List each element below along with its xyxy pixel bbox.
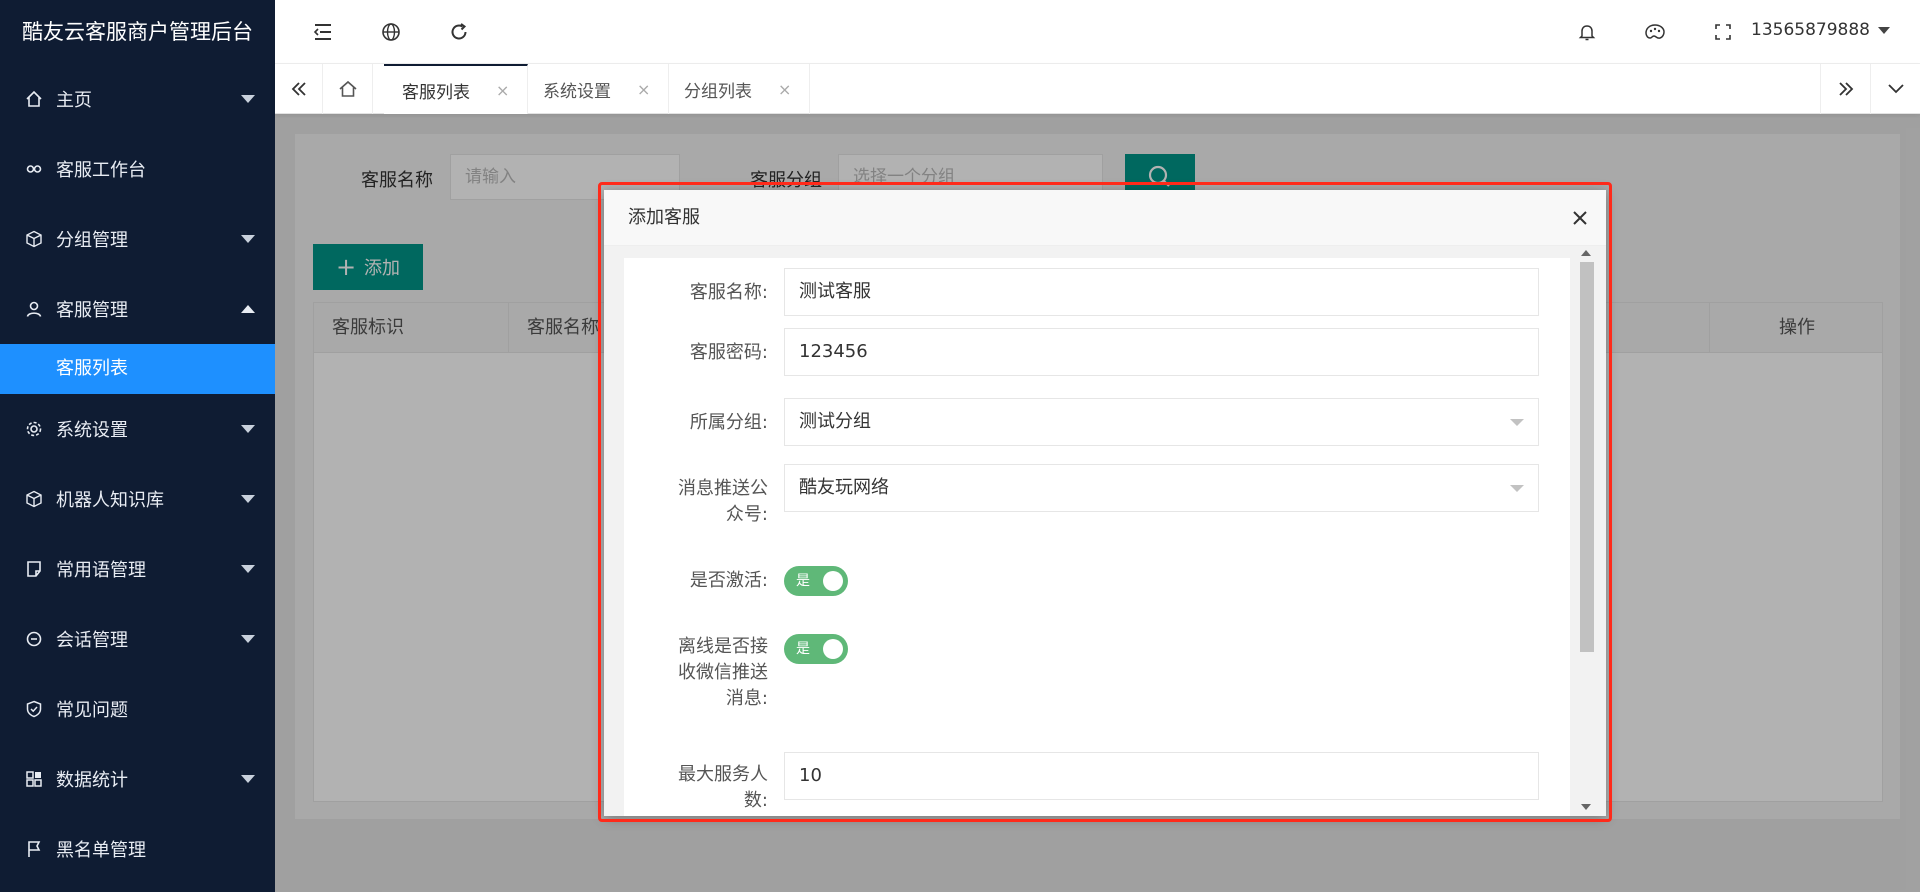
chevron-down-icon [1878,26,1890,34]
note-icon [24,559,44,579]
sidebar-item-blacklist[interactable]: 黑名单管理 [0,814,275,884]
home-icon [24,89,44,109]
top-header: 13565879888 [275,0,1920,64]
grid-icon [24,769,44,789]
tab-agent-list[interactable]: 客服列表 × [384,64,529,114]
chevron-down-icon [241,635,255,643]
sidebar-item-workbench[interactable]: 客服工作台 [0,134,275,204]
sidebar-item-label: 系统设置 [56,420,128,441]
link-icon [24,159,44,179]
tab-system-settings[interactable]: 系统设置 × [525,64,670,114]
chevron-down-icon [241,495,255,503]
close-icon[interactable]: × [778,80,791,99]
home-icon [338,80,357,97]
sidebar-item-label: 分组管理 [56,230,128,251]
tabs-scroll-left-button[interactable] [275,64,323,114]
sidebar-item-stats[interactable]: 数据统计 [0,744,275,814]
sidebar-item-label: 常见问题 [56,700,128,721]
chevron-down-icon [241,235,255,243]
tab-label: 客服列表 [402,82,470,103]
sidebar-item-label: 客服管理 [56,300,128,321]
gear-icon [24,419,44,439]
bell-icon[interactable] [1575,20,1599,44]
double-chevron-right-icon [1838,82,1853,96]
sidebar-item-label: 常用语管理 [56,560,146,581]
sidebar-item-sessions[interactable]: 会话管理 [0,604,275,674]
sidebar-item-label: 会话管理 [56,630,128,651]
sidebar-item-label: 机器人知识库 [56,490,164,511]
globe-icon[interactable] [379,20,403,44]
tab-label: 系统设置 [543,81,611,102]
shield-icon [24,699,44,719]
tabs-scroll-right-button[interactable] [1820,64,1870,114]
chevron-down-icon [241,565,255,573]
sidebar-item-groups[interactable]: 分组管理 [0,204,275,274]
tab-group-list[interactable]: 分组列表 × [666,64,811,114]
sidebar-item-label: 主页 [56,90,92,111]
sidebar-item-label: 黑名单管理 [56,840,146,861]
sidebar-item-label: 客服工作台 [56,160,146,181]
sidebar-item-robot-kb[interactable]: 机器人知识库 [0,464,275,534]
chevron-down-icon [241,425,255,433]
tab-label: 分组列表 [684,81,752,102]
sidebar-item-phrases[interactable]: 常用语管理 [0,534,275,604]
highlight-box [598,182,1612,822]
tab-bar: 客服列表 × 系统设置 × 分组列表 × [275,64,1920,114]
flag-icon [24,839,44,859]
chevron-up-icon [241,305,255,313]
sidebar: 酷友云客服商户管理后台 主页 客服工作台 分组管理 客服管理 客服列表 系统设置 [0,0,275,892]
sidebar-item-agents[interactable]: 客服管理 [0,274,275,344]
sidebar-item-faq[interactable]: 常见问题 [0,674,275,744]
double-chevron-left-icon [291,82,306,96]
tab-home[interactable] [323,64,373,114]
cube-icon [24,489,44,509]
tabs-menu-button[interactable] [1870,64,1920,114]
menu-collapse-icon[interactable] [311,20,335,44]
chevron-down-icon [1887,84,1904,94]
user-menu[interactable]: 13565879888 [1751,20,1890,40]
refresh-icon[interactable] [447,20,471,44]
user-name: 13565879888 [1751,20,1870,40]
close-icon[interactable]: × [637,80,650,99]
cube-icon [24,229,44,249]
sidebar-item-label: 数据统计 [56,770,128,791]
user-icon [24,299,44,319]
sidebar-item-home[interactable]: 主页 [0,64,275,134]
close-icon[interactable]: × [496,81,509,100]
sidebar-subitem-agent-list[interactable]: 客服列表 [0,344,275,394]
fullscreen-icon[interactable] [1711,20,1735,44]
app-title: 酷友云客服商户管理后台 [22,20,253,44]
chevron-down-icon [241,775,255,783]
theme-palette-icon[interactable] [1643,20,1667,44]
chat-icon [24,629,44,649]
chevron-down-icon [241,95,255,103]
sidebar-item-settings[interactable]: 系统设置 [0,394,275,464]
